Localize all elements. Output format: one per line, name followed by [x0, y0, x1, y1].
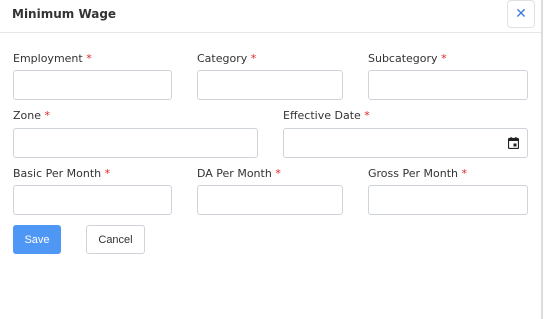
gross-per-month-label: Gross Per Month *: [368, 167, 467, 180]
zone-field[interactable]: [13, 128, 258, 158]
zone-label: Zone *: [13, 109, 51, 122]
category-label: Category *: [197, 52, 257, 65]
close-icon: ✕: [515, 6, 527, 22]
required-marker: *: [461, 167, 468, 180]
employment-field[interactable]: [13, 70, 172, 100]
required-marker: *: [441, 52, 447, 65]
calendar-icon[interactable]: [508, 137, 519, 149]
save-button[interactable]: Save: [13, 225, 61, 254]
cancel-button[interactable]: Cancel: [86, 225, 145, 254]
basic-per-month-label: Basic Per Month *: [13, 167, 111, 180]
required-marker: *: [364, 109, 370, 122]
minimum-wage-modal: Minimum Wage ✕ Employment * Category * S…: [0, 0, 543, 319]
gross-per-month-field[interactable]: [368, 185, 528, 215]
employment-label: Employment *: [13, 52, 92, 65]
effective-date-label: Effective Date *: [283, 109, 370, 122]
modal-header: Minimum Wage ✕: [0, 0, 541, 33]
required-marker: *: [104, 167, 111, 180]
close-button[interactable]: ✕: [507, 0, 535, 28]
basic-per-month-field[interactable]: [13, 185, 172, 215]
effective-date-field[interactable]: [283, 128, 528, 158]
required-marker: *: [44, 109, 51, 122]
da-per-month-field[interactable]: [197, 185, 343, 215]
category-field[interactable]: [197, 70, 343, 100]
subcategory-field[interactable]: [368, 70, 528, 100]
subcategory-label: Subcategory *: [368, 52, 447, 65]
required-marker: *: [86, 52, 92, 65]
da-per-month-label: DA Per Month *: [197, 167, 281, 180]
required-marker: *: [250, 52, 257, 65]
required-marker: *: [275, 167, 281, 180]
modal-title: Minimum Wage: [12, 7, 117, 21]
